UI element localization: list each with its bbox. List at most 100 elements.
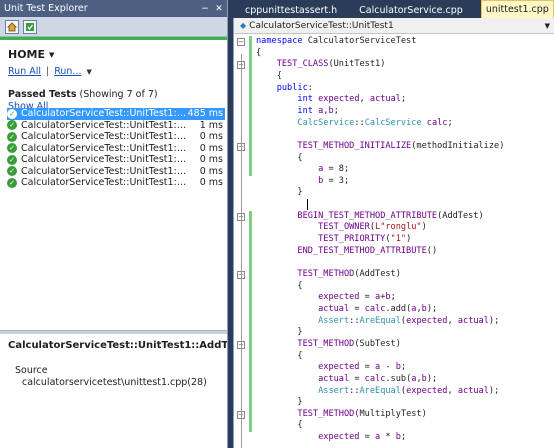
passed-count: (Showing 7 of 7) (79, 89, 158, 100)
code-area[interactable]: −namespace CalculatorServiceTest{− TEST_… (234, 34, 554, 448)
code-text: } (256, 187, 303, 198)
test-duration: 485 ms (187, 108, 223, 120)
code-line[interactable]: b = 3; (234, 176, 554, 188)
tab-calculatorservice-cpp[interactable]: CalculatorService.cpp (355, 2, 467, 18)
passed-tests-header[interactable]: Passed Tests (Showing 7 of 7) (8, 89, 219, 100)
code-text: a = 8; (318, 164, 350, 175)
code-line[interactable] (234, 199, 554, 211)
code-line[interactable]: { (234, 153, 554, 165)
collapse-icon[interactable]: − (237, 38, 245, 46)
code-line[interactable] (234, 257, 554, 269)
panel-splitter[interactable] (0, 330, 227, 334)
test-details-pane: CalculatorServiceTest::UnitTest1::AddTes… (8, 340, 227, 388)
panel-title-bar: Unit Test Explorer − ✕ (0, 0, 227, 17)
source-link[interactable]: calculatorservicetest\unittest1.cpp(28) (22, 377, 224, 388)
test-row[interactable]: ✓ CalculatorServiceTest::UnitTest1::SubTe… (7, 120, 225, 132)
code-line[interactable]: − TEST_METHOD(MultiplyTest) (234, 409, 554, 421)
code-line[interactable]: expected = a+b; (234, 292, 554, 304)
source-label: Source (15, 365, 48, 376)
close-icon[interactable]: ✕ (213, 3, 225, 15)
test-duration: 0 ms (199, 177, 223, 189)
code-line[interactable]: TEST_OWNER(L"ronglu") (234, 222, 554, 234)
code-line[interactable]: − namespace CalculatorServiceTest (234, 36, 554, 48)
code-line[interactable]: expected = a - b; (234, 362, 554, 374)
code-line[interactable]: − BEGIN_TEST_METHOD_ATTRIBUTE(AddTest) (234, 211, 554, 223)
code-line[interactable]: expected = a * b; (234, 432, 554, 444)
test-name: CalculatorServiceTest::UnitTest1::PowTes… (21, 154, 187, 166)
test-row[interactable]: ✓ CalculatorServiceTest::UnitTest1::PowTe… (7, 154, 225, 166)
test-duration: 1 ms (199, 119, 223, 131)
home-icon[interactable] (5, 19, 19, 34)
code-line[interactable]: END_TEST_METHOD_ATTRIBUTE() (234, 246, 554, 258)
code-line[interactable]: } (234, 327, 554, 339)
passed-check-icon: ✓ (7, 108, 17, 119)
nav-scope: CalculatorServiceTest::UnitTest1 (249, 20, 394, 31)
code-line[interactable]: Assert::AreEqual(expected, actual); (234, 386, 554, 398)
text-caret (307, 199, 308, 211)
home-label: HOME (8, 48, 46, 61)
code-text: CalcService::CalcService calc; (297, 117, 453, 128)
code-line[interactable]: { (234, 351, 554, 363)
pin-icon[interactable]: − (199, 3, 211, 15)
test-row[interactable]: ✓ CalculatorServiceTest::UnitTest1::AddTe… (7, 108, 225, 120)
code-line[interactable]: − TEST_METHOD(AddTest) (234, 269, 554, 281)
run-menu-link[interactable]: Run... (54, 66, 81, 77)
code-line[interactable]: { (234, 420, 554, 432)
chevron-down-icon[interactable]: ▼ (87, 68, 92, 76)
code-line[interactable]: int expected, actual; (234, 94, 554, 106)
class-icon: ◆ (240, 21, 247, 30)
code-line[interactable]: } (234, 187, 554, 199)
test-duration: 0 ms (199, 154, 223, 166)
code-line[interactable]: − TEST_METHOD_INITIALIZE(methodInitializ… (234, 141, 554, 153)
code-line[interactable]: { (234, 48, 554, 60)
code-text: int a,b; (297, 105, 339, 116)
passed-check-icon: ✓ (7, 154, 17, 165)
code-editor[interactable]: ◆ CalculatorServiceTest::UnitTest1 ▼ − na… (233, 18, 554, 448)
home-dropdown[interactable]: HOME ▼ (8, 48, 219, 61)
code-text: TEST_CLASS(UnitTest1) (276, 59, 386, 70)
code-line[interactable]: { (234, 281, 554, 293)
code-line[interactable]: int a,b; (234, 106, 554, 118)
passed-check-icon: ✓ (7, 166, 17, 177)
code-line[interactable]: actual = calc.add(a,b); (234, 304, 554, 316)
passed-check-icon: ✓ (7, 143, 17, 154)
test-row[interactable]: ✓ CalculatorServiceTest::UnitTest1::Multi… (7, 131, 225, 143)
code-line[interactable]: a = 8; (234, 164, 554, 176)
code-line[interactable]: Assert::AreEqual(expected, actual); (234, 316, 554, 328)
test-row[interactable]: ✓ CalculatorServiceTest::UnitTest1::PowTe… (7, 177, 225, 189)
tab-cppunittestassert-h[interactable]: cppunittestassert.h (241, 2, 341, 18)
code-line[interactable] (234, 129, 554, 141)
test-row[interactable]: ✓ CalculatorServiceTest::UnitTest1::Divid… (7, 143, 225, 155)
code-text: Assert::AreEqual(expected, actual); (318, 315, 500, 326)
chevron-down-icon[interactable]: ▼ (545, 22, 550, 30)
code-text: TEST_PRIORITY("1") (318, 234, 412, 245)
code-text: END_TEST_METHOD_ATTRIBUTE() (297, 245, 438, 256)
test-name: CalculatorServiceTest::UnitTest1::SubTes… (21, 119, 187, 131)
document-tab-strip: cppunittestassert.h CalculatorService.cpp… (233, 0, 554, 18)
code-line[interactable]: TEST_PRIORITY("1") (234, 234, 554, 246)
code-text: { (256, 47, 262, 58)
outline-guide (241, 53, 242, 448)
code-text: { (256, 70, 282, 81)
code-line[interactable]: { (234, 71, 554, 83)
navigation-bar[interactable]: ◆ CalculatorServiceTest::UnitTest1 ▼ (234, 18, 554, 34)
code-line[interactable]: CalcService::CalcService calc; (234, 118, 554, 130)
tab-unittest1-cpp[interactable]: unittest1.cpp (480, 0, 554, 18)
code-text: expected = a+b; (318, 292, 396, 303)
code-line[interactable]: − TEST_METHOD(SubTest) (234, 339, 554, 351)
code-line[interactable]: actual = calc.sub(a,b); (234, 374, 554, 386)
run-tests-icon[interactable] (23, 19, 37, 34)
code-text: TEST_METHOD_INITIALIZE(methodInitialize) (297, 140, 505, 151)
code-text: b = 3; (318, 175, 350, 186)
code-text: } (256, 397, 303, 408)
unit-test-explorer-panel: Unit Test Explorer − ✕ HOME ▼ Run All | … (0, 0, 228, 448)
test-row[interactable]: ✓ CalculatorServiceTest::UnitTest1::PowTe… (7, 166, 225, 178)
run-all-link[interactable]: Run All (8, 66, 41, 77)
code-text: TEST_METHOD(SubTest) (297, 338, 401, 349)
code-text: public: (276, 82, 313, 93)
code-line[interactable]: } (234, 397, 554, 409)
chevron-down-icon: ▼ (49, 50, 55, 59)
code-line[interactable]: − TEST_CLASS(UnitTest1) (234, 59, 554, 71)
code-line[interactable]: public: (234, 83, 554, 95)
code-text: int expected, actual; (297, 94, 407, 105)
